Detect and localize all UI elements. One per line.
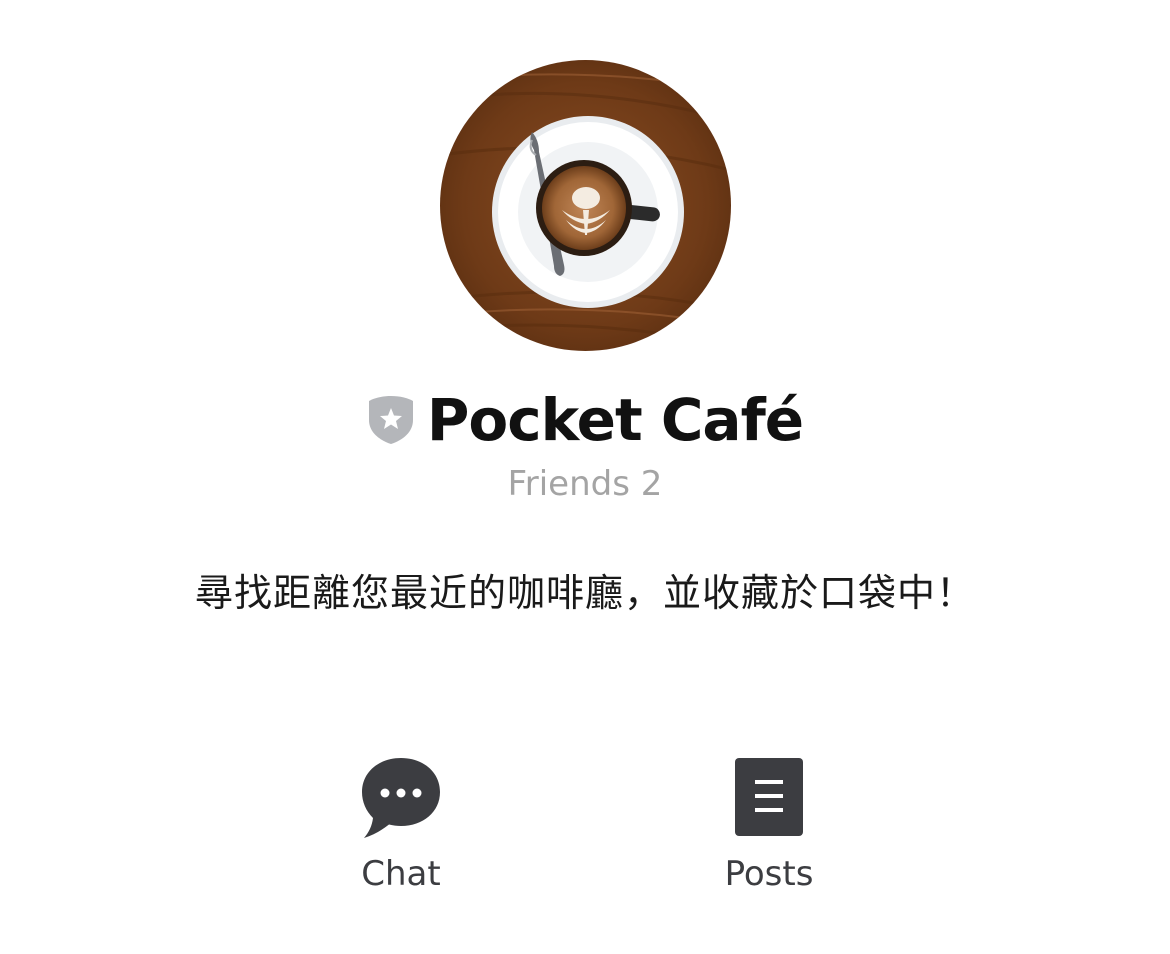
friends-count[interactable]: Friends 2 [0,464,1170,504]
profile-description: 尋找距離您最近的咖啡廳，並收藏於口袋中！ [194,571,975,615]
chat-label: Chat [361,854,441,894]
chat-button[interactable]: Chat [311,756,491,894]
coffee-latte-avatar-icon [440,60,731,351]
profile-avatar[interactable] [440,60,731,351]
posts-label: Posts [724,854,814,894]
posts-button[interactable]: Posts [679,756,859,894]
profile-name: Pocket Café [426,386,804,454]
chat-bubble-icon [362,758,440,838]
posts-document-icon [735,758,803,836]
shield-star-icon [368,396,413,444]
profile-title-row: Pocket Café [0,380,1170,460]
